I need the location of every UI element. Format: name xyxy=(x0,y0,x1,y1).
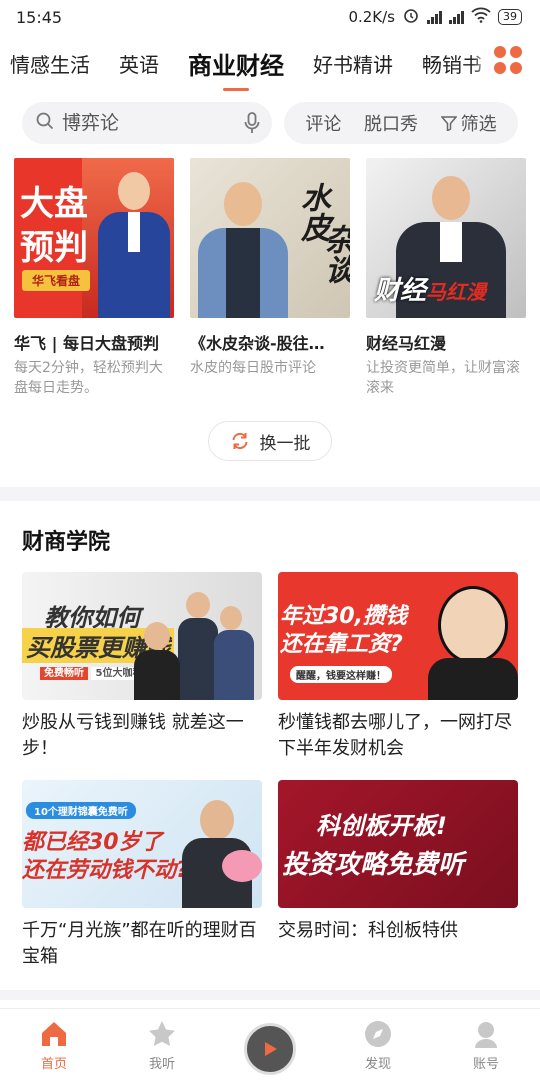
refresh-button[interactable]: 换一批 xyxy=(208,421,332,461)
status-icons: 0.2K/s 39 xyxy=(348,6,522,28)
filter-label: 筛选 xyxy=(460,114,497,135)
section-divider xyxy=(0,990,540,1000)
battery-icon: 39 xyxy=(498,9,522,25)
card-huafei[interactable]: 大盘 预判 华飞看盘 华飞 | 每日大盘预判 每天2分钟，轻松预判大盘每日走势。 xyxy=(14,158,174,398)
thumb-text: 预判 xyxy=(20,228,88,268)
filter-chips: 评论 脱口秀 筛选 xyxy=(284,102,518,144)
course-thumbnail: 教你如何 买股票更赚钱 免费畅听 5位大咖私房课 xyxy=(22,572,262,700)
nav-label: 首页 xyxy=(40,1057,67,1072)
course-title: 千万“月光族”都在听的理财百宝箱 xyxy=(22,920,257,967)
thumb-tag: 华飞看盘 xyxy=(22,270,91,291)
person-figure xyxy=(200,800,234,840)
search-icon xyxy=(36,112,54,134)
nav-label: 我听 xyxy=(148,1057,175,1072)
course-card[interactable]: 10个理财锦囊免费听 都已经30岁了 还在劳动钱不动? 千万“月光族”都在听的理… xyxy=(22,780,262,970)
thumb-text: 科创板开板! xyxy=(316,812,447,840)
category-tabs: 情感生活 英语 商业财经 好书精讲 畅销书 xyxy=(0,34,540,92)
course-title: 炒股从亏钱到赚钱 就差这一步！ xyxy=(22,712,244,759)
card-shuipi[interactable]: 水皮 杂谈 《水皮杂谈-股往… 水皮的每日股市评论 xyxy=(190,158,350,398)
play-icon xyxy=(265,1042,277,1056)
thumb-tag: 10个理财锦囊免费听 xyxy=(26,802,136,819)
card-title: 财经马红漫 xyxy=(366,334,447,353)
thumb-text: 还在靠工资? xyxy=(280,632,403,657)
person-figure xyxy=(186,592,210,618)
tab-book-reviews[interactable]: 好书精讲 xyxy=(313,49,393,78)
course-card[interactable]: 科创板开板! 投资攻略免费听 交易时间：科创板特供 xyxy=(278,780,518,970)
microphone-icon[interactable] xyxy=(244,112,260,138)
status-bar: 15:45 0.2K/s 39 xyxy=(0,0,540,34)
nav-discover[interactable]: 发现 xyxy=(338,1009,418,1072)
nav-account[interactable]: 账号 xyxy=(446,1009,526,1072)
thumb-text: 还在劳动钱不动? xyxy=(22,858,189,883)
tab-emotion[interactable]: 情感生活 xyxy=(10,49,90,78)
bottom-navigation: 首页 我听 发现 账号 xyxy=(0,1008,540,1080)
nav-my-listening[interactable]: 我听 xyxy=(122,1009,202,1072)
thumb-text: 投资攻略免费听 xyxy=(282,850,465,880)
tab-english[interactable]: 英语 xyxy=(119,49,159,78)
thumb-text: 大盘 xyxy=(20,184,88,224)
person-figure xyxy=(178,618,218,700)
course-thumbnail: 年过30,攒钱 还在靠工资? 醒醒，钱要这样赚！ xyxy=(278,572,518,700)
course-thumbnail: 科创板开板! 投资攻略免费听 xyxy=(278,780,518,908)
course-thumbnail: 10个理财锦囊免费听 都已经30岁了 还在劳动钱不动? xyxy=(22,780,262,908)
nav-label: 账号 xyxy=(472,1057,499,1072)
signal-icon xyxy=(427,10,442,24)
tab-business-finance[interactable]: 商业财经 xyxy=(188,46,284,91)
nav-home[interactable]: 首页 xyxy=(14,1009,94,1072)
star-icon xyxy=(149,1021,175,1046)
all-categories-icon[interactable] xyxy=(494,46,522,74)
chip-talk-show[interactable]: 脱口秀 xyxy=(364,110,418,136)
card-thumbnail: 财经马红漫 xyxy=(366,158,526,318)
person-figure xyxy=(198,178,288,318)
person-figure xyxy=(134,650,180,700)
filter-icon xyxy=(440,116,457,131)
course-title: 交易时间：科创板特供 xyxy=(278,920,458,941)
compass-icon xyxy=(365,1021,391,1047)
person-figure xyxy=(214,630,254,700)
status-time: 15:45 xyxy=(16,7,63,27)
thumb-text: 杂谈 xyxy=(319,224,350,284)
card-title: 《水皮杂谈-股往… xyxy=(190,334,325,353)
nav-player[interactable] xyxy=(230,1009,310,1075)
tab-bestsellers[interactable]: 畅销书 xyxy=(422,49,482,78)
network-speed: 0.2K/s xyxy=(348,8,395,26)
home-icon xyxy=(42,1022,66,1046)
card-subtitle: 水皮的每日股市评论 xyxy=(190,360,316,376)
card-title: 华飞 | 每日大盘预判 xyxy=(14,334,159,353)
refresh-icon xyxy=(232,432,247,450)
thumb-tag: 醒醒，钱要这样赚！ xyxy=(290,666,392,683)
account-icon xyxy=(475,1022,497,1048)
piggy-bank xyxy=(222,850,262,882)
nav-label: 发现 xyxy=(364,1057,391,1072)
course-title: 秒懂钱都去哪儿了，一网打尽下半年发财机会 xyxy=(278,712,512,759)
course-card[interactable]: 年过30,攒钱 还在靠工资? 醒醒，钱要这样赚！ 秒懂钱都去哪儿了，一网打尽下半… xyxy=(278,572,518,762)
course-row: 10个理财锦囊免费听 都已经30岁了 还在劳动钱不动? 千万“月光族”都在听的理… xyxy=(22,780,518,970)
recommendation-cards: 大盘 预判 华飞看盘 华飞 | 每日大盘预判 每天2分钟，轻松预判大盘每日走势。… xyxy=(14,158,526,398)
card-thumbnail: 大盘 预判 华飞看盘 xyxy=(14,158,174,318)
search-bar[interactable] xyxy=(22,102,272,144)
card-mahongman[interactable]: 财经马红漫 财经马红漫 让投资更简单，让财富滚滚来 xyxy=(366,158,526,398)
course-row: 教你如何 买股票更赚钱 免费畅听 5位大咖私房课 炒股从亏钱到赚钱 就差这一步！… xyxy=(22,572,518,762)
person-figure xyxy=(144,622,170,650)
section-divider xyxy=(0,487,540,501)
person-figure xyxy=(98,172,170,318)
alarm-icon xyxy=(402,6,420,28)
filter-button[interactable]: 筛选 xyxy=(440,110,497,136)
card-subtitle: 让投资更简单，让财富滚滚来 xyxy=(366,360,520,396)
play-button xyxy=(244,1023,296,1075)
person-figure xyxy=(220,606,242,630)
refresh-label: 换一批 xyxy=(259,433,311,454)
wifi-icon xyxy=(471,7,491,27)
section-title: 财商学院 xyxy=(22,530,111,555)
course-card[interactable]: 教你如何 买股票更赚钱 免费畅听 5位大咖私房课 炒股从亏钱到赚钱 就差这一步！ xyxy=(22,572,262,762)
person-figure xyxy=(438,586,508,664)
thumb-text: 财经马红漫 xyxy=(374,276,487,306)
chip-reviews[interactable]: 评论 xyxy=(305,110,341,136)
search-input[interactable] xyxy=(62,112,222,134)
person-figure xyxy=(428,658,518,700)
card-thumbnail: 水皮 杂谈 xyxy=(190,158,350,318)
signal-icon-2 xyxy=(449,10,464,24)
card-subtitle: 每天2分钟，轻松预判大盘每日走势。 xyxy=(14,360,163,396)
